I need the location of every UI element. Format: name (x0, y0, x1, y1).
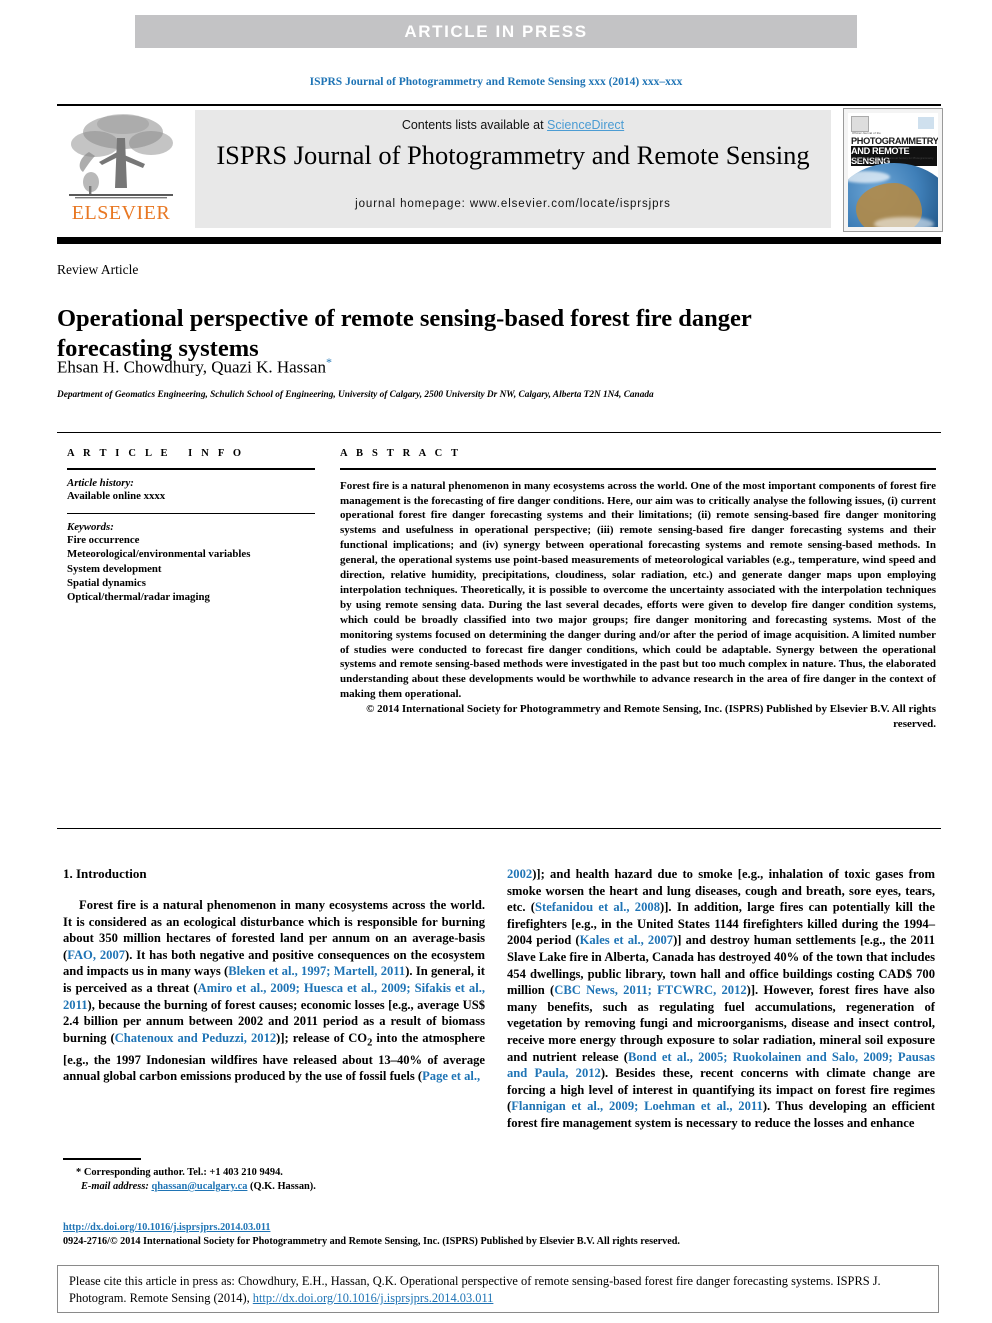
cover-prelabel: Official Journal of the (852, 132, 881, 135)
article-info-column: A R T I C L E I N F O Article history: A… (67, 448, 315, 604)
keywords-label: Keywords: (67, 521, 114, 534)
article-type-label: Review Article (57, 262, 139, 277)
doi-link[interactable]: http://dx.doi.org/10.1016/j.isprsjprs.20… (63, 1222, 270, 1233)
keyword-item: System development (67, 562, 162, 575)
author-list: Ehsan H. Chowdhury, Quazi K. Hassan* (57, 355, 332, 378)
email-label: E-mail address: (81, 1181, 149, 1192)
article-info-heading: A R T I C L E I N F O (67, 448, 245, 459)
keyword-item: Spatial dynamics (67, 576, 146, 589)
cover-isprs-mini-logo (918, 117, 934, 129)
masthead-top-rule (57, 104, 941, 106)
body-column-right: 2002)]; and health hazard due to smoke [… (507, 866, 935, 1132)
corresponding-author-note: * Corresponding author. Tel.: +1 403 210… (63, 1166, 488, 1180)
section-title-introduction: 1. Introduction (63, 866, 147, 881)
issn-copyright-line: 0924-2716/© 2014 International Society f… (63, 1236, 680, 1247)
journal-masthead: ELSEVIER Contents lists available at Sci… (57, 108, 943, 232)
article-history-label: Article history: (67, 476, 134, 489)
cover-earth-image (848, 163, 938, 227)
article-info-rule (67, 468, 315, 470)
abstract-panel-bottom-rule (57, 828, 941, 829)
keyword-item: Meteorological/environmental variables (67, 548, 251, 561)
footnote-block: * Corresponding author. Tel.: +1 403 210… (63, 1166, 488, 1194)
abstract-panel-top-rule (57, 432, 941, 433)
elsevier-tree-icon (69, 114, 173, 199)
journal-title: ISPRS Journal of Photogrammetry and Remo… (216, 140, 810, 170)
affiliation: Department of Geomatics Engineering, Sch… (57, 390, 654, 400)
abstract-rule (340, 468, 936, 470)
contents-available-line: Contents lists available at ScienceDirec… (195, 118, 831, 132)
journal-homepage-line[interactable]: journal homepage: www.elsevier.com/locat… (195, 198, 831, 210)
keywords-list: Fire occurrence Meteorological/environme… (67, 533, 315, 604)
footnote-rule (63, 1158, 141, 1160)
cite-this-article-text: Please cite this article in press as: Ch… (69, 1273, 931, 1307)
corresponding-author-text: Corresponding author. Tel.: +1 403 210 9… (83, 1167, 283, 1178)
email-note: E-mail address: qhassan@ucalgary.ca (Q.K… (63, 1180, 488, 1194)
elsevier-logo: ELSEVIER (57, 108, 185, 230)
footnote-marker: * (76, 1167, 82, 1178)
article-in-press-banner: ARTICLE IN PRESS (135, 15, 857, 48)
cover-elsevier-mini-logo (851, 116, 869, 132)
masthead-bottom-rule (57, 237, 941, 244)
sciencedirect-link[interactable]: ScienceDirect (547, 118, 624, 132)
keyword-item: Optical/thermal/radar imaging (67, 591, 210, 603)
body-column-left: 1. Introduction Forest fire is a natural… (63, 866, 485, 1085)
keyword-item: Fire occurrence (67, 534, 140, 547)
cite-doi-link[interactable]: http://dx.doi.org/10.1016/j.isprsjprs.20… (253, 1291, 494, 1305)
journal-cover-thumbnail: Official Journal of the PHOTOGRAMMETRY A… (843, 108, 943, 232)
cite-this-article-box: Please cite this article in press as: Ch… (57, 1265, 939, 1313)
corresponding-author-marker: * (325, 355, 332, 369)
abstract-column: A B S T R A C T Forest fire is a natural… (340, 448, 936, 732)
abstract-body: Forest fire is a natural phenomenon in m… (340, 479, 936, 701)
author-names: Ehsan H. Chowdhury, Quazi K. Hassan (57, 357, 326, 377)
elsevier-wordmark: ELSEVIER (71, 202, 171, 224)
cover-title-line1: PHOTOGRAMMETRY (851, 136, 938, 146)
article-history-value: Available online xxxx (67, 489, 166, 502)
intro-paragraph-left: Forest fire is a natural phenomenon in m… (63, 898, 486, 1084)
keywords-rule (67, 512, 315, 515)
journal-reference-line: ISPRS Journal of Photogrammetry and Remo… (309, 76, 683, 88)
email-owner: (Q.K. Hassan). (250, 1181, 316, 1192)
abstract-copyright: © 2014 International Society for Photogr… (366, 703, 936, 731)
contents-prefix: Contents lists available at (401, 118, 548, 132)
abstract-heading: A B S T R A C T (340, 448, 462, 459)
email-link[interactable]: qhassan@ucalgary.ca (151, 1181, 247, 1192)
article-in-press-label: ARTICLE IN PRESS (404, 21, 588, 41)
intro-paragraph-right: 2002)]; and health hazard due to smoke [… (507, 867, 935, 1130)
contents-box: Contents lists available at ScienceDirec… (195, 110, 831, 228)
